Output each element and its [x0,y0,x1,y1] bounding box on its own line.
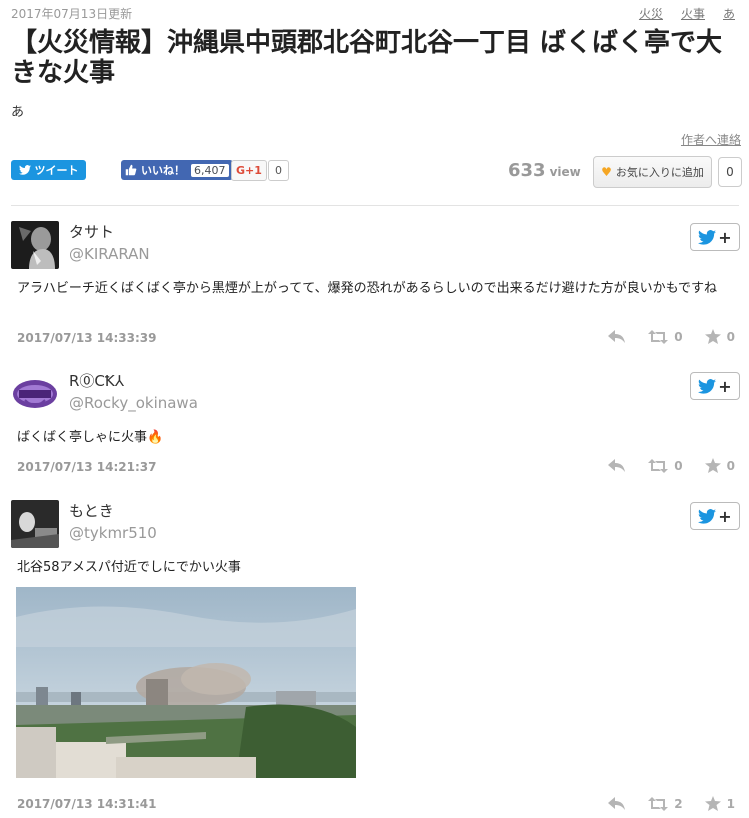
page: 2017年07月13日更新 火災 火事 あ 【火災情報】沖縄県中頭郡北谷町北谷一… [0,0,749,818]
twitter-bird-icon [18,165,31,175]
favorite-button[interactable]: 1 [704,796,735,811]
reply-icon [608,329,626,343]
reply-button[interactable] [608,329,626,344]
avatar[interactable] [11,221,59,269]
retweet-icon [648,796,669,811]
gplus-count: 0 [268,160,289,181]
tweet-button-label: ツイート [34,164,79,177]
retweet-count: 0 [674,329,683,344]
reply-icon [608,458,626,472]
follow-button[interactable]: + [690,502,740,530]
tag-list: 火災 火事 あ [639,5,735,22]
twitter-bird-icon [698,229,717,245]
avatar[interactable] [11,370,59,418]
display-name: もとき [69,502,114,520]
retweet-count: 2 [674,796,683,811]
like-count: 0 [726,329,735,344]
favorite-count: 0 [718,157,742,187]
reply-button[interactable] [608,796,626,811]
display-name: R⓪CꝀ⅄ [69,372,124,390]
reply-button[interactable] [608,458,626,473]
tweet-button[interactable]: ツイート [11,160,86,180]
twitter-bird-icon [698,378,717,394]
updated-date: 2017年07月13日更新 [11,7,133,21]
gplus-button[interactable]: G+1 [231,160,267,181]
view-count: 633 [508,160,546,181]
divider [11,205,739,206]
retweet-icon [648,458,669,473]
twitter-bird-icon [698,508,717,524]
tweet-date[interactable]: 2017/07/13 14:31:41 [17,797,156,811]
user-handle[interactable]: @tykmr510 [69,524,157,542]
facebook-like-button[interactable]: いいね！ 6,407 [121,160,233,180]
avatar[interactable] [11,500,59,548]
tweet-actions: 0 0 [608,329,735,344]
follow-button[interactable]: + [690,223,740,251]
retweet-button[interactable]: 0 [648,329,683,344]
tag-link[interactable]: 火災 [639,5,663,22]
plus-icon: + [718,506,732,526]
tweet-text: ばくばく亭しゃに火事🔥 [17,430,164,445]
like-count: 6,407 [191,163,229,177]
retweet-button[interactable]: 2 [648,796,683,811]
star-icon [704,796,721,811]
gplus-label: G+1 [236,164,262,177]
page-description: あ [11,105,25,120]
view-unit: view [549,165,581,179]
follow-button[interactable]: + [690,372,740,400]
tweet-text: 北谷58アメスパ付近でしにでかい火事 [17,560,241,575]
tag-link[interactable]: あ [723,5,735,22]
contact-author-link[interactable]: 作者へ連絡 [681,131,741,148]
retweet-button[interactable]: 0 [648,458,683,473]
user-handle[interactable]: @Rocky_okinawa [69,394,198,412]
heart-icon: ♥ [601,165,612,179]
retweet-count: 0 [674,458,683,473]
tweet-actions: 2 1 [608,796,735,811]
tweet-photo[interactable] [16,587,356,778]
star-icon [704,458,721,473]
display-name: タサト [69,223,115,241]
tweet-date[interactable]: 2017/07/13 14:33:39 [17,331,156,345]
favorite-label: お気に入りに追加 [615,166,704,179]
like-count: 1 [726,796,735,811]
tweet-date[interactable]: 2017/07/13 14:21:37 [17,460,156,474]
thumbs-up-icon [125,164,137,176]
like-count: 0 [726,458,735,473]
user-handle[interactable]: @KIRARAN [69,245,150,263]
favorite-button[interactable]: 0 [704,329,735,344]
reply-icon [608,796,626,810]
plus-icon: + [718,376,732,396]
retweet-icon [648,329,669,344]
plus-icon: + [718,227,732,247]
star-icon [704,329,721,344]
like-label: いいね！ [141,164,185,177]
tag-link[interactable]: 火事 [681,5,705,22]
favorite-button[interactable]: 0 [704,458,735,473]
page-title: 【火災情報】沖縄県中頭郡北谷町北谷一丁目 ばくばく亭で大きな火事 [11,28,723,88]
tweet-actions: 0 0 [608,458,735,473]
view-counter: 633 view [508,160,581,181]
add-favorite-button[interactable]: ♥ お気に入りに追加 [593,156,712,188]
tweet-text: アラハビーチ近くばくばく亭から黒煙が上がってて、爆発の恐れがあるらしいので出来る… [17,281,718,296]
